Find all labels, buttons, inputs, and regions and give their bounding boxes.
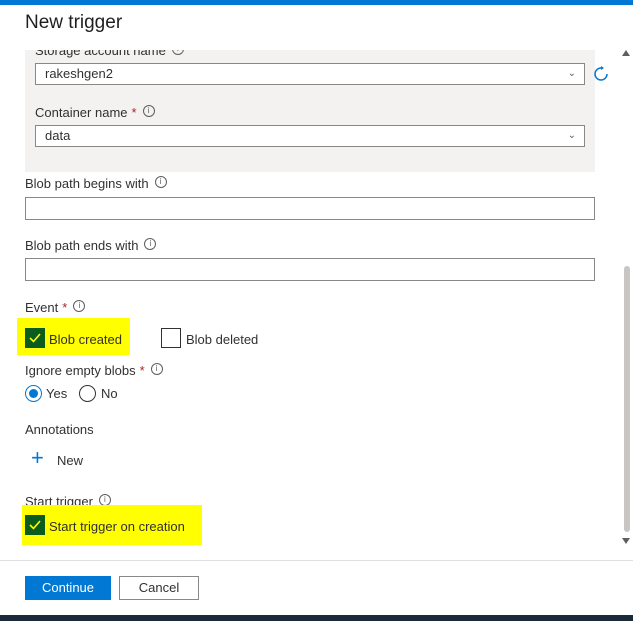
required-marker: * <box>131 105 137 120</box>
taskbar-strip <box>0 615 633 621</box>
blob-ends-input[interactable] <box>25 258 595 281</box>
blob-created-checkbox[interactable] <box>25 328 45 348</box>
blob-deleted-checkbox[interactable] <box>161 328 181 348</box>
form-scroll-area[interactable]: Storage account name i rakeshgen2 ⌄ Conta… <box>0 50 633 560</box>
container-name-label: Container name * i <box>35 105 155 120</box>
panel-title: New trigger <box>25 12 123 33</box>
storage-account-value: rakeshgen2 <box>45 66 113 81</box>
blob-begins-label: Blob path begins with i <box>25 176 167 191</box>
blob-ends-label-text: Blob path ends with <box>25 238 139 253</box>
info-icon[interactable]: i <box>142 105 155 117</box>
cancel-button[interactable]: Cancel <box>119 576 199 600</box>
ignore-empty-label: Ignore empty blobs * i <box>25 363 163 378</box>
info-icon[interactable]: i <box>171 50 184 55</box>
blob-deleted-label: Blob deleted <box>186 332 259 347</box>
annotations-label: Annotations <box>25 422 94 437</box>
start-trigger-checkbox-label: Start trigger on creation <box>49 519 185 534</box>
event-label-text: Event <box>25 300 59 315</box>
new-annotation-button[interactable]: New <box>57 453 83 468</box>
footer-divider <box>0 560 633 561</box>
yes-label: Yes <box>46 386 68 401</box>
no-label: No <box>101 386 118 401</box>
ignore-empty-label-text: Ignore empty blobs <box>25 363 136 378</box>
chevron-down-icon: ⌄ <box>567 130 576 141</box>
required-marker: * <box>139 363 145 378</box>
checkmark-icon <box>29 333 41 343</box>
blob-begins-label-text: Blob path begins with <box>25 176 149 191</box>
storage-account-label: Storage account name i <box>35 50 184 58</box>
scrollbar-thumb[interactable] <box>624 266 630 532</box>
container-name-label-text: Container name <box>35 105 128 120</box>
chevron-down-icon: ⌄ <box>567 68 576 79</box>
required-marker: * <box>62 300 68 315</box>
container-name-value: data <box>45 128 71 143</box>
info-icon[interactable]: i <box>73 300 86 312</box>
info-icon[interactable]: i <box>144 238 157 250</box>
scroll-up-icon[interactable] <box>622 50 630 56</box>
ignore-empty-no-radio[interactable] <box>79 385 96 402</box>
top-accent-bar <box>0 0 633 5</box>
blob-begins-input[interactable] <box>25 197 595 220</box>
refresh-icon[interactable] <box>593 66 609 82</box>
info-icon[interactable]: i <box>150 363 163 375</box>
scroll-down-icon[interactable] <box>622 538 630 544</box>
event-label: Event * i <box>25 300 86 315</box>
ignore-empty-yes-radio[interactable] <box>25 385 42 402</box>
info-icon[interactable]: i <box>154 176 167 188</box>
blob-ends-label: Blob path ends with i <box>25 238 157 253</box>
storage-account-label-text: Storage account name <box>35 50 166 58</box>
blob-created-label: Blob created <box>49 332 122 347</box>
container-name-select[interactable]: data ⌄ <box>35 125 585 147</box>
storage-account-select[interactable]: rakeshgen2 ⌄ <box>35 63 585 85</box>
start-trigger-checkbox[interactable] <box>25 515 45 535</box>
checkmark-icon <box>29 520 41 530</box>
continue-button[interactable]: Continue <box>25 576 111 600</box>
plus-icon[interactable]: + <box>31 445 44 471</box>
